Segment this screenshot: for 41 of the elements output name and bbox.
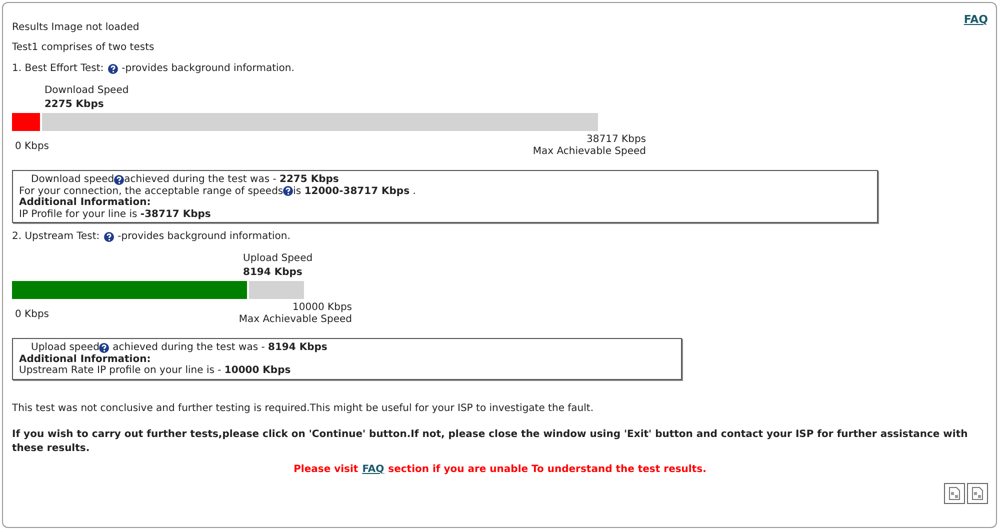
max-caption: Max Achievable Speed: [238, 314, 352, 326]
info-text: achieved during the test was - 8194 Kbps: [112, 342, 328, 354]
intro-text: Test1 comprises of two tests: [12, 41, 156, 55]
info-heading: Additional Information:: [19, 354, 151, 365]
max-value: 10000 Kbps: [292, 302, 352, 314]
document-button[interactable]: [967, 482, 988, 504]
document-button[interactable]: [944, 482, 965, 504]
document-icon: [949, 486, 960, 500]
info-text: is 12000-38717 Kbps .: [293, 186, 416, 197]
help-icon[interactable]: [99, 342, 110, 353]
min-label: 0 Kbps: [15, 140, 50, 152]
status-text: Results Image not loaded: [12, 21, 140, 35]
help-icon[interactable]: [114, 174, 124, 185]
gauge-value: 2275 Kbps: [44, 98, 105, 112]
help-text: -provides background information.: [118, 231, 290, 242]
gauge-label: Upload Speed: [243, 252, 314, 266]
test-heading: 2. Upstream Test:: [12, 231, 100, 242]
info-text: Download speed: [31, 174, 114, 186]
max-value: 38717 Kbps: [586, 134, 646, 146]
faq-link[interactable]: FAQ: [964, 13, 988, 26]
help-text: -provides background information.: [122, 63, 294, 74]
info-text: For your connection, the acceptable range of speeds: [19, 186, 284, 196]
gauge-label: Download Speed: [44, 84, 130, 98]
min-label: 0 Kbps: [15, 308, 50, 320]
help-icon[interactable]: [108, 64, 118, 74]
help-line-text: section if you are unable To understand the test results.: [388, 464, 706, 474]
help-icon[interactable]: [104, 232, 114, 242]
document-icon: [972, 486, 983, 500]
info-text: Upload speed: [31, 342, 100, 354]
info-text: IP Profile for your line is -38717 Kbps: [19, 208, 211, 220]
info-text: achieved during the test was - 2275 Kbps: [124, 174, 339, 186]
info-text: Upstream Rate IP profile on your line is - 10000 Kbps: [19, 365, 291, 376]
info-heading: Additional Information:: [19, 197, 151, 208]
help-icon[interactable]: [283, 186, 294, 196]
note-text: This test was not conclusive and further testing is required.This might be useful for your ISP to investigate the fault.: [12, 402, 595, 416]
gauge-value: 8194 Kbps: [243, 266, 304, 280]
help-line-text: Please visit: [294, 464, 358, 474]
instruction-text: If you wish to carry out further tests,please click on 'Continue' button.If not, please close the window using 'Exit' button and contact your ISP for further assistance with these results.: [12, 428, 969, 456]
faq-link[interactable]: FAQ: [362, 464, 384, 474]
test-heading: 1. Best Effort Test:: [12, 63, 104, 74]
max-caption: Max Achievable Speed: [532, 146, 646, 158]
